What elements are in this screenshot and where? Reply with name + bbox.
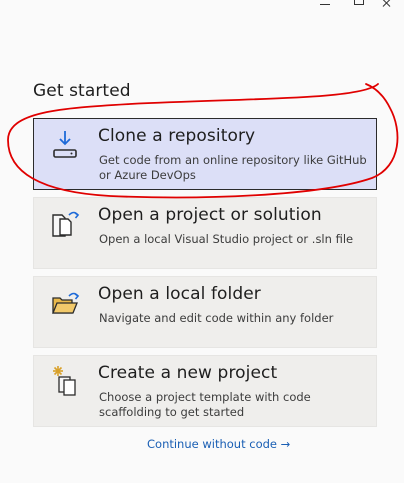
open-project-button[interactable]: Open a project or solution Open a local … [33,197,377,269]
continue-without-code-link[interactable]: Continue without code → [147,437,290,451]
get-started-page: Get started Clone a repository Get code … [0,0,404,483]
maximize-icon[interactable] [340,0,372,12]
card-title: Open a local folder [98,284,261,304]
card-title: Clone a repository [98,126,256,146]
card-description: Get code from an online repository like … [99,153,367,182]
download-drive-icon [50,127,80,161]
create-project-button[interactable]: Create a new project Choose a project te… [33,355,377,427]
new-project-icon [50,364,80,398]
open-folder-icon [50,285,80,319]
minimize-icon[interactable] [308,0,340,12]
card-title: Open a project or solution [98,205,322,225]
card-title: Create a new project [98,363,278,383]
page-title: Get started [33,81,131,101]
open-project-icon [50,206,80,240]
card-description: Open a local Visual Studio project or .s… [99,232,354,246]
open-folder-button[interactable]: Open a local folder Navigate and edit co… [33,276,377,348]
close-icon[interactable] [372,0,404,12]
card-description: Navigate and edit code within any folder [99,311,334,325]
window-controls [308,0,404,12]
card-description: Choose a project template with code scaf… [99,390,311,419]
clone-repository-button[interactable]: Clone a repository Get code from an onli… [33,118,377,190]
